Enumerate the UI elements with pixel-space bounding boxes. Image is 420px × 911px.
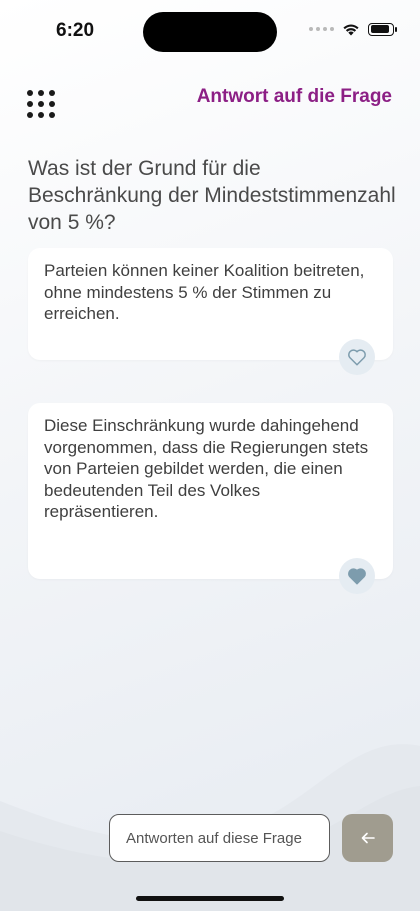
cellular-signal-icon <box>309 27 334 31</box>
like-button[interactable] <box>339 558 375 594</box>
like-button[interactable] <box>339 339 375 375</box>
wifi-icon <box>343 24 359 36</box>
answer-card: Diese Einschränkung wurde dahingehend vo… <box>28 403 393 594</box>
grid-menu-icon[interactable] <box>27 90 55 118</box>
status-time: 6:20 <box>56 20 95 41</box>
status-bar: 6:20 <box>0 0 420 62</box>
heart-outline-icon <box>348 349 366 366</box>
arrow-left-icon <box>361 832 375 844</box>
status-icons <box>309 22 397 36</box>
page-title: Antwort auf die Frage <box>196 86 392 107</box>
answer-text: Diese Einschränkung wurde dahingehend vo… <box>44 416 369 521</box>
answer-card: Parteien können keiner Koalition beitret… <box>28 248 393 375</box>
answer-text: Parteien können keiner Koalition beitret… <box>44 261 365 323</box>
question-text: Was ist der Grund für die Beschränkung d… <box>28 157 396 234</box>
send-button[interactable] <box>342 814 393 862</box>
dynamic-island <box>143 12 277 52</box>
heart-filled-icon <box>348 568 366 585</box>
home-indicator <box>136 896 284 901</box>
answer-input[interactable] <box>109 814 330 862</box>
battery-icon <box>368 22 397 36</box>
